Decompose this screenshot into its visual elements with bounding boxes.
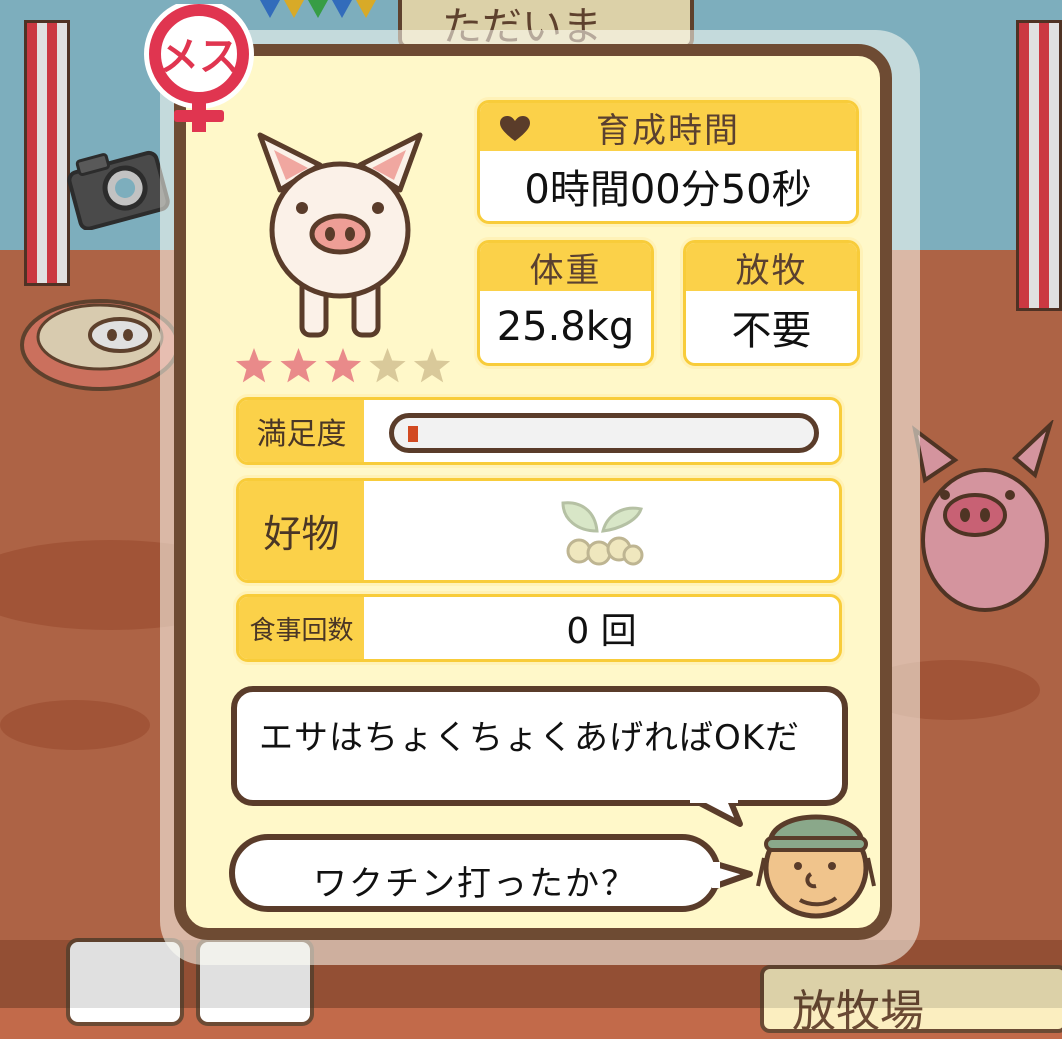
female-gender-badge-icon: メス [144, 4, 254, 132]
farmer-avatar-icon [756, 814, 876, 919]
weight-header: 体重 [480, 243, 651, 291]
gender-label: メス [159, 34, 239, 80]
star-filled-icon [280, 348, 317, 383]
star-filled-icon [324, 348, 362, 383]
raising-time-value: 0時間00分50秒 [524, 167, 812, 213]
star-empty-icon [413, 348, 451, 383]
meal-count-row: 食事回数 0 回 [236, 594, 842, 662]
satisfaction-bar-fill [408, 426, 418, 442]
advice-bubble[interactable]: エサはちょくちょくあげればOKだ [231, 686, 848, 806]
grazing-value: 不要 [731, 308, 812, 354]
heart-icon [500, 116, 530, 141]
weight-box: 体重 25.8kg [477, 240, 654, 366]
weight-value: 25.8kg [496, 304, 635, 350]
question-bubble[interactable]: ワクチン打ったか？ [229, 834, 721, 912]
question-bubble-tail [712, 861, 753, 889]
favorite-food-content [364, 481, 839, 580]
grazing-label: 放牧 [735, 250, 808, 291]
star-filled-icon [235, 348, 273, 383]
satisfaction-bar [389, 413, 819, 453]
pig-icon [257, 132, 423, 338]
satisfaction-label: 満足度 [239, 400, 364, 462]
grazing-header: 放牧 [686, 243, 857, 291]
favorite-food-row: 好物 [236, 478, 842, 583]
raising-time-box: 育成時間 0時間00分50秒 [477, 100, 859, 224]
advice-text: エサはちょくちょくあげればOKだ [259, 718, 801, 758]
advice-bubble-tail [690, 796, 743, 827]
star-empty-icon [369, 348, 406, 383]
favorite-label: 好物 [239, 481, 364, 580]
weight-label: 体重 [529, 250, 602, 291]
star-rating [235, 348, 451, 383]
grazing-box: 放牧 不要 [683, 240, 860, 366]
raising-time-header: 育成時間 [480, 103, 856, 151]
soybean-icon [560, 500, 643, 565]
satisfaction-row: 満足度 [236, 397, 842, 465]
meal-count-label: 食事回数 [239, 597, 364, 659]
raising-time-label: 育成時間 [596, 110, 740, 151]
meal-count-value: 0 回 [566, 611, 637, 652]
question-text: ワクチン打ったか？ [313, 864, 637, 904]
